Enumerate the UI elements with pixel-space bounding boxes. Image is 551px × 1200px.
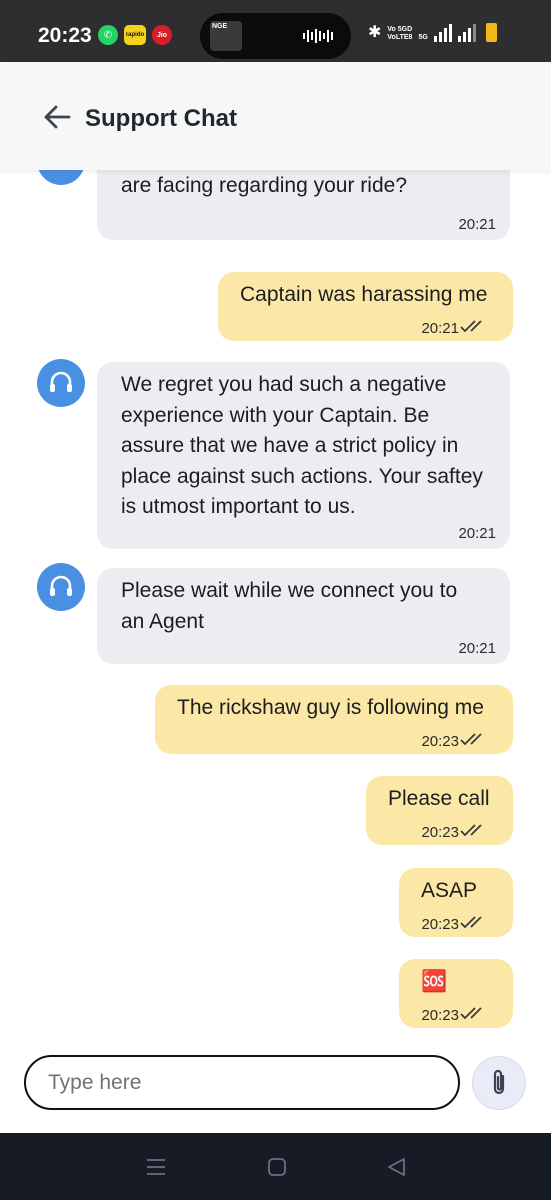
headset-icon	[50, 371, 72, 392]
double-check-icon	[460, 320, 482, 333]
status-time: 20:23	[38, 24, 92, 47]
attach-button[interactable]	[472, 1056, 526, 1110]
message-time: 20:23	[421, 824, 459, 841]
headset-icon	[47, 170, 75, 175]
double-check-icon	[460, 1007, 482, 1020]
incoming-message: Can you please specify the issue you are…	[97, 170, 510, 240]
volte-indicator: Vo 5GD VoLTE8	[387, 26, 413, 41]
status-bar: 20:23 ✆ rapido Jio NGE ✱ Vo 5GD VoLTE8 5…	[0, 0, 551, 62]
whatsapp-icon: ✆	[98, 25, 118, 45]
message-text: ASAP	[421, 879, 478, 902]
paperclip-icon	[493, 1069, 505, 1095]
agent-avatar	[37, 563, 85, 611]
message-time: 20:23	[421, 1007, 459, 1024]
message-text: Captain was harassing me	[240, 283, 488, 306]
outgoing-message: Captain was harassing me 20:21	[218, 272, 513, 341]
incoming-message: We regret you had such a negative experi…	[97, 362, 510, 549]
nav-home-button[interactable]	[265, 1155, 289, 1179]
arrow-left-icon	[44, 105, 71, 129]
message-composer	[0, 1040, 551, 1133]
double-check-icon	[460, 916, 482, 929]
agent-avatar	[37, 359, 85, 407]
message-time: 20:23	[421, 916, 459, 933]
outgoing-message: Please call 20:23	[366, 776, 513, 845]
triangle-back-icon	[388, 1158, 405, 1176]
signal-strength-icon	[433, 24, 452, 42]
signal-strength-icon-2	[457, 24, 476, 42]
message-text: Please wait while we connect you to an A…	[121, 579, 458, 633]
outgoing-message: 🆘 20:23	[399, 959, 513, 1028]
back-button[interactable]	[40, 102, 74, 132]
system-navigation-bar	[0, 1133, 551, 1200]
album-art-thumbnail: NGE	[210, 21, 242, 51]
message-text: Please call	[388, 787, 490, 810]
sos-emoji: 🆘	[421, 970, 448, 993]
system-status-icons: ✱ Vo 5GD VoLTE8 5G	[368, 22, 497, 42]
square-home-icon	[268, 1158, 286, 1176]
nav-back-button[interactable]	[384, 1155, 408, 1179]
network-type-label: 5G	[418, 34, 428, 41]
chat-message-list[interactable]: Can you please specify the issue you are…	[0, 170, 551, 1040]
message-time: 20:21	[458, 216, 496, 233]
message-text: We regret you had such a negative experi…	[121, 373, 483, 518]
audio-wave-icon	[303, 29, 333, 43]
agent-avatar	[37, 170, 85, 185]
nav-menu-button[interactable]	[144, 1155, 168, 1179]
outgoing-message: The rickshaw guy is following me 20:23	[155, 685, 513, 754]
double-check-icon	[460, 733, 482, 746]
headset-icon	[50, 575, 72, 596]
outgoing-message: ASAP 20:23	[399, 868, 513, 937]
menu-icon	[147, 1159, 165, 1175]
notification-app-icons: ✆ rapido Jio	[98, 25, 172, 45]
message-input[interactable]	[48, 1067, 438, 1099]
message-text: Can you please specify the issue you are…	[121, 173, 408, 197]
message-input-container[interactable]	[24, 1055, 460, 1110]
message-time: 20:21	[421, 320, 459, 337]
rapido-icon: rapido	[124, 25, 146, 45]
message-text: The rickshaw guy is following me	[177, 696, 484, 719]
double-check-icon	[460, 824, 482, 837]
page-title: Support Chat	[85, 105, 237, 132]
message-time: 20:21	[458, 640, 496, 657]
jio-icon: Jio	[152, 25, 172, 45]
incoming-message: Please wait while we connect you to an A…	[97, 568, 510, 664]
message-time: 20:21	[458, 525, 496, 542]
media-island[interactable]: NGE	[200, 13, 351, 59]
bluetooth-icon: ✱	[368, 24, 382, 41]
battery-icon	[485, 23, 497, 42]
chat-header: Support Chat	[0, 62, 551, 170]
message-time: 20:23	[421, 733, 459, 750]
